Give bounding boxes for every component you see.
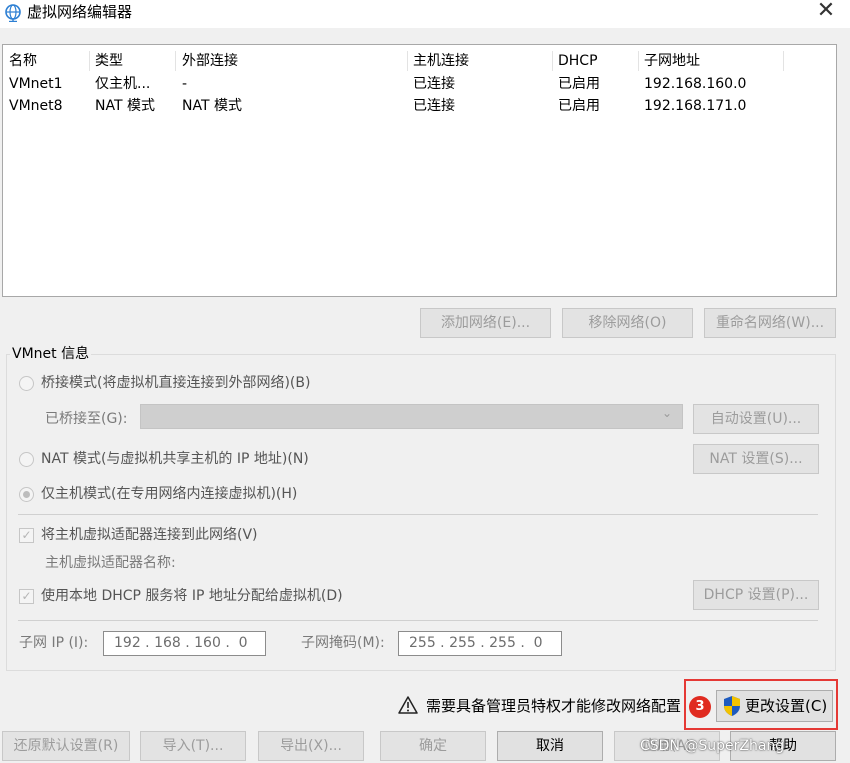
watermark-text: CSDN @SuperZhang: [640, 738, 785, 754]
globe-network-icon: [5, 4, 21, 22]
connect-adapter-label[interactable]: 将主机虚拟适配器连接到此网络(V): [41, 525, 258, 545]
column-header-external[interactable]: 外部连接: [182, 51, 238, 71]
ok-button[interactable]: 确定: [380, 731, 486, 761]
nat-mode-radio[interactable]: [19, 452, 34, 467]
remove-network-button[interactable]: 移除网络(O): [562, 308, 693, 338]
table-cell[interactable]: -: [182, 74, 187, 94]
connect-adapter-checkbox[interactable]: ✓: [19, 528, 34, 543]
network-list[interactable]: 名称 类型 外部连接 主机连接 DHCP 子网地址 VMnet1 仅主机... …: [2, 44, 837, 297]
column-header-subnet[interactable]: 子网地址: [644, 51, 700, 71]
import-button[interactable]: 导入(T)...: [140, 731, 246, 761]
subnet-mask-label: 子网掩码(M):: [301, 635, 385, 651]
column-header-dhcp[interactable]: DHCP: [558, 51, 598, 71]
adapter-name-label: 主机虚拟适配器名称:: [45, 555, 176, 571]
column-divider[interactable]: [552, 51, 553, 71]
table-cell[interactable]: NAT 模式: [95, 96, 155, 116]
table-cell[interactable]: 192.168.171.0: [644, 96, 746, 116]
chevron-down-icon[interactable]: ⌄: [662, 406, 672, 420]
dhcp-settings-button[interactable]: DHCP 设置(P)...: [693, 580, 819, 610]
table-cell[interactable]: NAT 模式: [182, 96, 242, 116]
export-button[interactable]: 导出(X)...: [258, 731, 364, 761]
table-cell[interactable]: 已连接: [413, 74, 455, 94]
nat-settings-button[interactable]: NAT 设置(S)...: [693, 444, 819, 474]
vmnet-info-label: VMnet 信息: [10, 345, 92, 363]
column-header-type[interactable]: 类型: [95, 51, 123, 71]
step-badge: 3: [689, 696, 711, 718]
column-divider[interactable]: [89, 51, 90, 71]
column-divider[interactable]: [175, 51, 176, 71]
table-cell[interactable]: 仅主机...: [95, 74, 150, 94]
divider: [18, 620, 818, 621]
admin-warning-text: 需要具备管理员特权才能修改网络配置: [426, 697, 682, 715]
warning-icon: [398, 696, 418, 714]
auto-settings-button[interactable]: 自动设置(U)...: [693, 404, 819, 434]
host-only-mode-radio[interactable]: [19, 487, 34, 502]
close-icon[interactable]: ✕: [810, 0, 842, 24]
nat-mode-label[interactable]: NAT 模式(与虚拟机共享主机的 IP 地址)(N): [41, 449, 309, 469]
column-divider[interactable]: [638, 51, 639, 71]
use-dhcp-label[interactable]: 使用本地 DHCP 服务将 IP 地址分配给虚拟机(D): [41, 586, 343, 606]
column-header-host[interactable]: 主机连接: [413, 51, 469, 71]
window-title: 虚拟网络编辑器: [27, 3, 133, 21]
subnet-mask-input[interactable]: 255 . 255 . 255 . 0: [398, 631, 562, 656]
column-divider[interactable]: [407, 51, 408, 71]
rename-network-button[interactable]: 重命名网络(W)...: [704, 308, 836, 338]
cancel-button[interactable]: 取消: [497, 731, 603, 761]
table-cell[interactable]: 已启用: [558, 96, 600, 116]
bridge-mode-radio[interactable]: [19, 376, 34, 391]
subnet-ip-input[interactable]: 192 . 168 . 160 . 0: [103, 631, 266, 656]
table-cell[interactable]: VMnet8: [9, 96, 63, 116]
table-cell[interactable]: 已启用: [558, 74, 600, 94]
bridged-to-label: 已桥接至(G):: [45, 411, 128, 427]
table-cell[interactable]: VMnet1: [9, 74, 63, 94]
subnet-ip-label: 子网 IP (I):: [19, 635, 89, 651]
bridge-mode-label[interactable]: 桥接模式(将虚拟机直接连接到外部网络)(B): [41, 373, 310, 393]
column-divider[interactable]: [783, 51, 784, 71]
table-cell[interactable]: 已连接: [413, 96, 455, 116]
divider: [18, 514, 818, 515]
restore-defaults-button[interactable]: 还原默认设置(R): [2, 731, 130, 761]
vmnet-info-group: [6, 354, 836, 671]
host-only-mode-label[interactable]: 仅主机模式(在专用网络内连接虚拟机)(H): [41, 484, 297, 504]
add-network-button[interactable]: 添加网络(E)...: [420, 308, 551, 338]
column-header-name[interactable]: 名称: [9, 51, 37, 71]
use-dhcp-checkbox[interactable]: ✓: [19, 589, 34, 604]
table-cell[interactable]: 192.168.160.0: [644, 74, 746, 94]
bridged-to-select[interactable]: [140, 404, 683, 429]
